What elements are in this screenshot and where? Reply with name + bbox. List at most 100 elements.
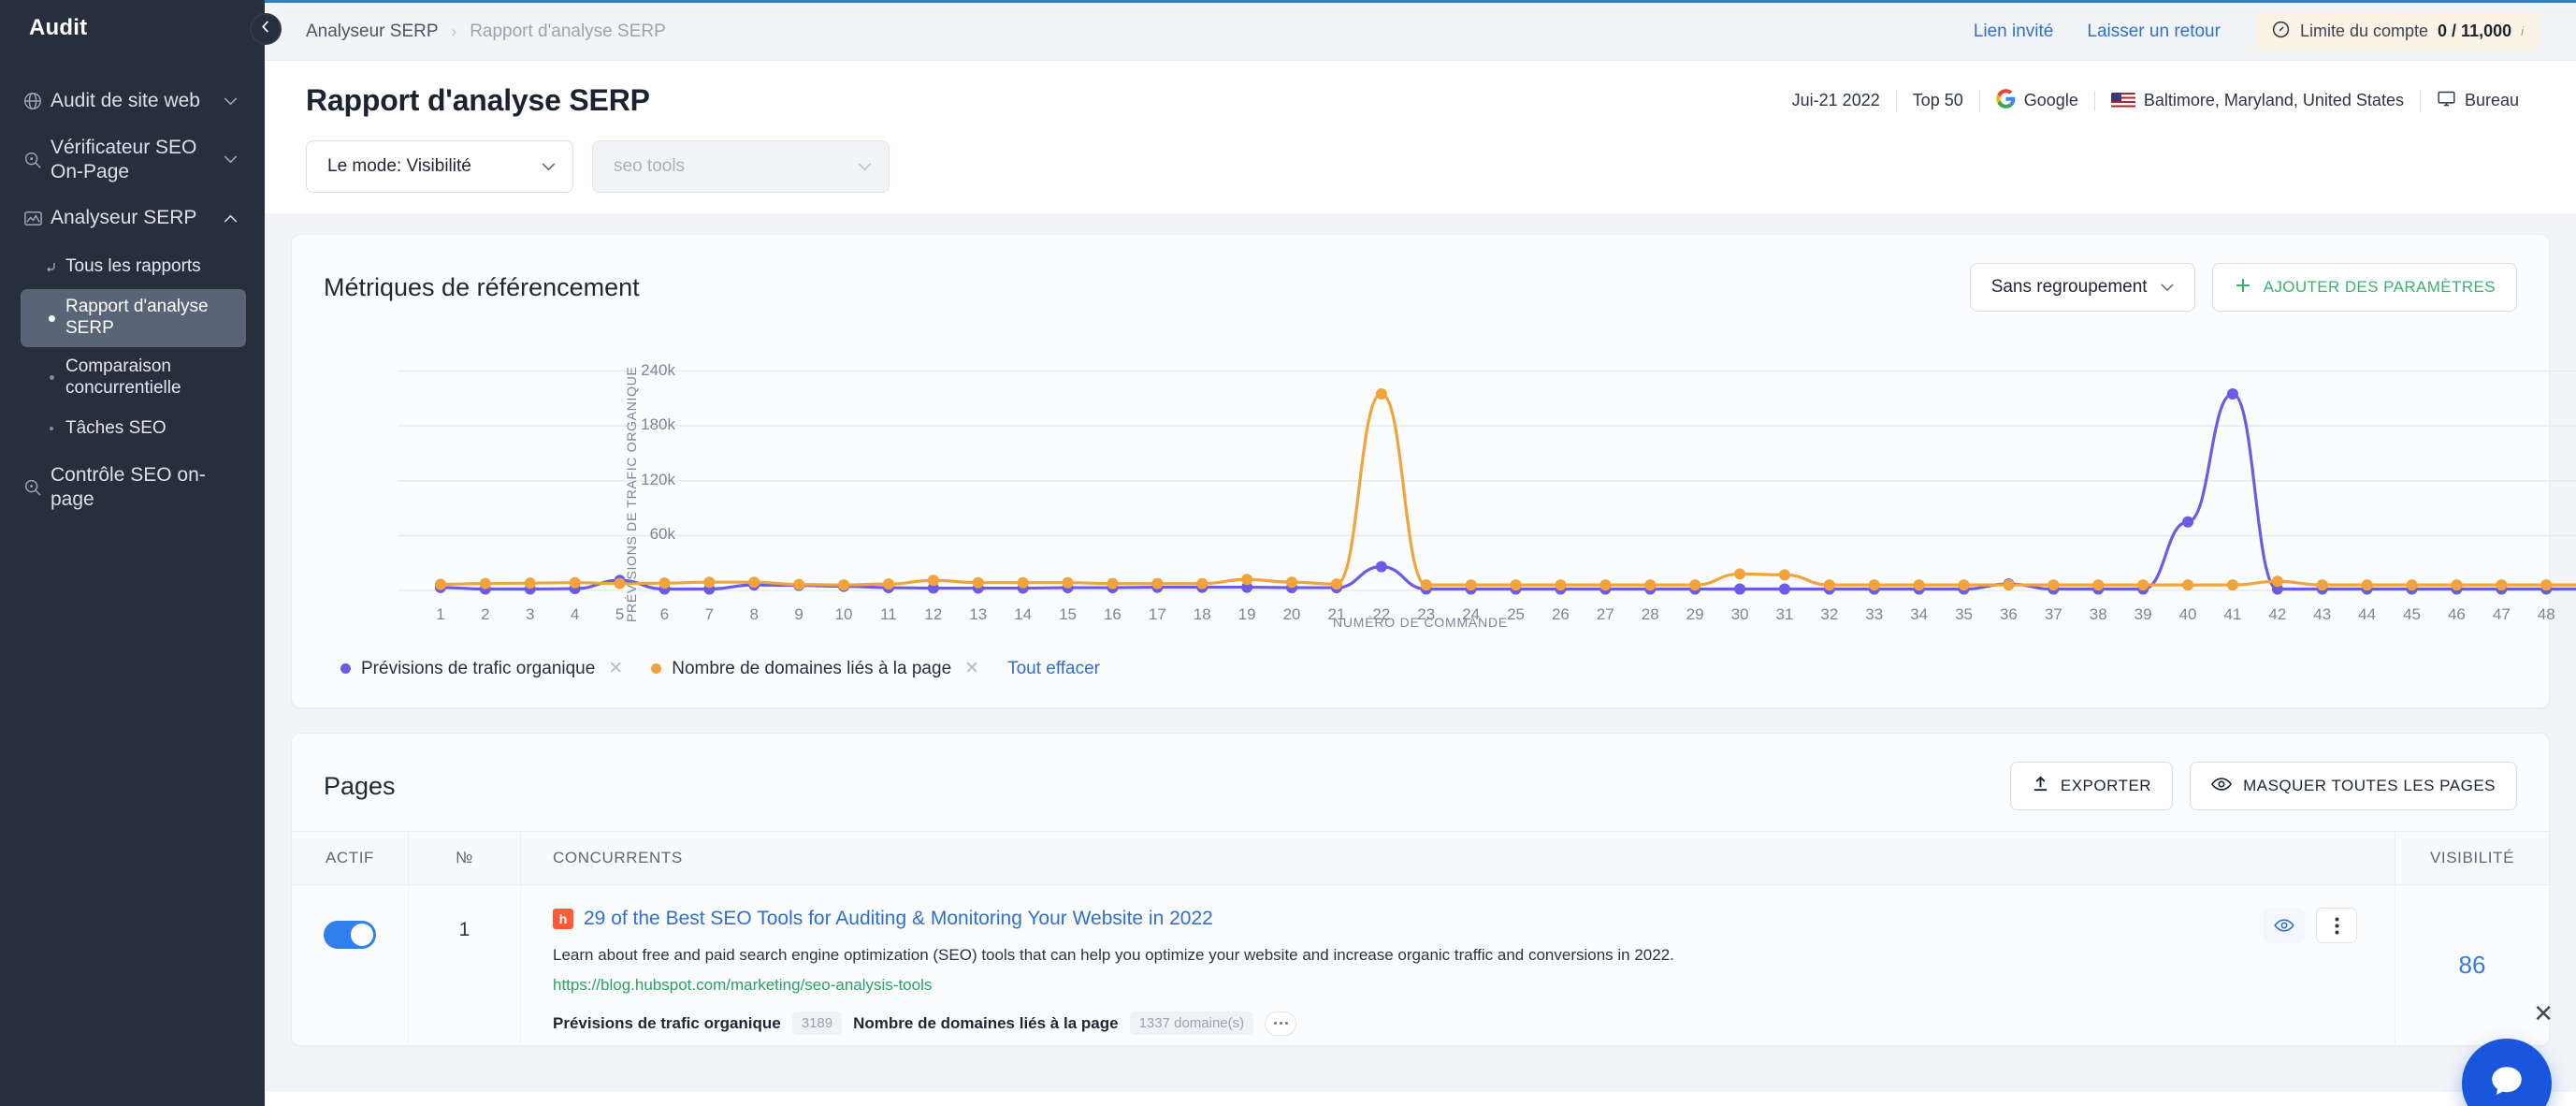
- legend-remove-organic-traffic-icon[interactable]: ✕: [608, 658, 623, 679]
- chevron-down-icon: [542, 159, 556, 175]
- chart-x-tick: 9: [794, 605, 803, 623]
- ellipsis-icon[interactable]: [1265, 1011, 1297, 1036]
- chart-x-tick: 32: [1820, 605, 1839, 623]
- scroll-content: Métriques de référencement Sans regroupe…: [265, 213, 2576, 1092]
- sidebar-item-website-audit[interactable]: Audit de site web: [0, 75, 265, 127]
- row-kebab-menu-icon[interactable]: [2316, 908, 2357, 943]
- account-limit-value: 0 / 11,000: [2438, 22, 2512, 40]
- serp-analyzer-submenu: Tous les rapports Rapport d'analyse SERP…: [0, 246, 265, 455]
- legend-label: Nombre de domaines liés à la page: [672, 658, 952, 678]
- pages-table-header: ACTIF № CONCURRENTS VISIBILITÉ: [292, 831, 2549, 885]
- chevron-up-icon[interactable]: [218, 214, 242, 223]
- chevron-down-icon: [2160, 277, 2174, 298]
- sidebar-subitem-label: Comparaison concurrentielle: [65, 356, 181, 398]
- meta-engine-label: Google: [2023, 91, 2078, 109]
- return-arrow-icon: [37, 260, 65, 273]
- metric-value-linking-domains: 1337 domaine(s): [1129, 1011, 1254, 1035]
- legend-item-organic-traffic[interactable]: Prévisions de trafic organique: [340, 659, 595, 679]
- meta-device-label: Bureau: [2464, 91, 2519, 109]
- column-header-actif: ACTIF: [292, 831, 409, 885]
- chart-x-tick: 48: [2537, 605, 2555, 623]
- chart-x-tick: 23: [1417, 605, 1436, 623]
- hide-all-pages-label: MASQUER TOUTES LES PAGES: [2243, 777, 2496, 794]
- sidebar-brand: Audit: [29, 15, 88, 40]
- metrics-chart[interactable]: PRÉVISIONS DE TRAFIC ORGANIQUE NOMBRE DE…: [292, 336, 2576, 645]
- chart-x-tick: 8: [749, 605, 759, 623]
- sidebar-item-onpage-seo-control[interactable]: Contrôle SEO on-page: [0, 455, 265, 519]
- meta-device: Bureau: [2421, 89, 2535, 113]
- chart-x-tick: 49: [2572, 605, 2576, 624]
- legend-item-linking-domains[interactable]: Nombre de domaines liés à la page: [651, 659, 951, 679]
- export-button[interactable]: EXPORTER: [2009, 762, 2174, 810]
- page-title: Rapport d'analyse SERP: [306, 83, 650, 117]
- sidebar-subitem-seo-tasks[interactable]: Tâches SEO: [21, 408, 246, 449]
- row-competitor-cell: h 29 of the Best SEO Tools for Auditing …: [521, 885, 2264, 1045]
- chart-x-tick: 36: [1999, 605, 2018, 623]
- breadcrumb-parent[interactable]: Analyseur SERP: [306, 22, 439, 42]
- chart-left-tick: 120k: [641, 470, 675, 488]
- main-content: Analyseur SERP › Rapport d'analyse SERP …: [265, 0, 2576, 1106]
- sidebar-item-label: Analyseur SERP: [51, 207, 197, 229]
- chevron-down-icon[interactable]: [218, 96, 242, 106]
- pages-card-title: Pages: [324, 771, 396, 800]
- magnifier-dot-icon: [22, 477, 51, 498]
- chart-card-header: Métriques de référencement Sans regroupe…: [292, 235, 2549, 332]
- keyword-select-placeholder: seo tools: [614, 156, 686, 176]
- hide-all-pages-button[interactable]: MASQUER TOUTES LES PAGES: [2190, 762, 2517, 810]
- keyword-select[interactable]: seo tools: [592, 140, 890, 193]
- google-g-icon: [1996, 88, 2016, 113]
- chart-left-tick: 60k: [649, 525, 675, 544]
- guest-link-button[interactable]: Lien invité: [1974, 22, 2054, 42]
- filter-row: Le mode: Visibilité seo tools: [265, 118, 2576, 213]
- chart-x-tick: 35: [1955, 605, 1973, 623]
- chart-x-tick: 45: [2403, 605, 2421, 623]
- sidebar-collapse-button[interactable]: [250, 13, 282, 45]
- row-eye-icon[interactable]: [2264, 908, 2305, 943]
- dot-icon: [37, 375, 65, 381]
- clear-all-button[interactable]: Tout effacer: [1007, 659, 1100, 679]
- sidebar-item-onpage-seo-checker[interactable]: Vérificateur SEO On-Page: [0, 127, 265, 192]
- sidebar-item-serp-analyzer[interactable]: Analyseur SERP: [0, 192, 265, 244]
- table-row: 1 h 29 of the Best SEO Tools for Auditin…: [292, 885, 2549, 1045]
- row-visibility-value: 86: [2395, 885, 2549, 1045]
- legend-label: Prévisions de trafic organique: [361, 658, 596, 678]
- result-title-link[interactable]: 29 of the Best SEO Tools for Auditing & …: [584, 908, 1213, 930]
- mode-select[interactable]: Le mode: Visibilité: [306, 140, 573, 193]
- account-limit-badge[interactable]: Limite du compte 0 / 11,000 i: [2255, 11, 2539, 51]
- chart-x-tick: 5: [615, 605, 625, 623]
- speedometer-icon: [2271, 20, 2291, 44]
- chart-x-tick: 17: [1148, 605, 1166, 623]
- report-meta-row: Jui-21 2022 Top 50 Google Baltimore, Mar…: [1776, 88, 2535, 113]
- dot-icon: [37, 314, 65, 322]
- sidebar-subitem-serp-analysis-report[interactable]: Rapport d'analyse SERP: [21, 289, 246, 347]
- monitor-icon: [2437, 89, 2456, 113]
- row-active-toggle[interactable]: [324, 921, 376, 949]
- chart-x-tick: 18: [1193, 605, 1211, 623]
- chart-x-tick: 31: [1775, 605, 1794, 623]
- chevron-down-icon[interactable]: [218, 155, 242, 164]
- grouping-select[interactable]: Sans regroupement: [1969, 263, 2195, 312]
- chat-close-icon[interactable]: ✕: [2533, 1001, 2554, 1026]
- legend-dot-icon: [340, 663, 351, 674]
- add-parameters-button[interactable]: AJOUTER DES PARAMÈTRES: [2211, 263, 2517, 312]
- app-root: Audit Audit de site web Vérificateur SEO…: [0, 0, 2576, 1106]
- chart-x-tick: 33: [1865, 605, 1884, 623]
- legend-dot-icon: [651, 663, 662, 674]
- chart-x-tick: 1: [436, 605, 445, 623]
- legend-remove-linking-domains-icon[interactable]: ✕: [964, 658, 979, 679]
- feedback-link-button[interactable]: Laisser un retour: [2087, 22, 2221, 42]
- sidebar-item-label: Contrôle SEO on-page: [51, 464, 206, 511]
- breadcrumb-separator: ›: [451, 22, 457, 40]
- chart-left-axis-title: PRÉVISIONS DE TRAFIC ORGANIQUE: [624, 366, 639, 622]
- plus-icon: [2234, 276, 2252, 299]
- sidebar-subitem-all-reports[interactable]: Tous les rapports: [21, 246, 246, 287]
- result-url[interactable]: https://blog.hubspot.com/marketing/seo-a…: [553, 976, 2232, 995]
- sidebar-subitem-competitive-comparison[interactable]: Comparaison concurrentielle: [21, 349, 246, 407]
- chart-x-tick: 30: [1730, 605, 1749, 623]
- chat-bubble-icon: [2487, 1062, 2526, 1106]
- chart-x-tick: 38: [2089, 605, 2107, 623]
- grouping-select-value: Sans regroupement: [1990, 277, 2148, 297]
- row-active-cell: [292, 885, 409, 1045]
- sidebar-subitem-label: Tous les rapports: [65, 255, 201, 276]
- chart-x-tick: 14: [1014, 605, 1033, 623]
